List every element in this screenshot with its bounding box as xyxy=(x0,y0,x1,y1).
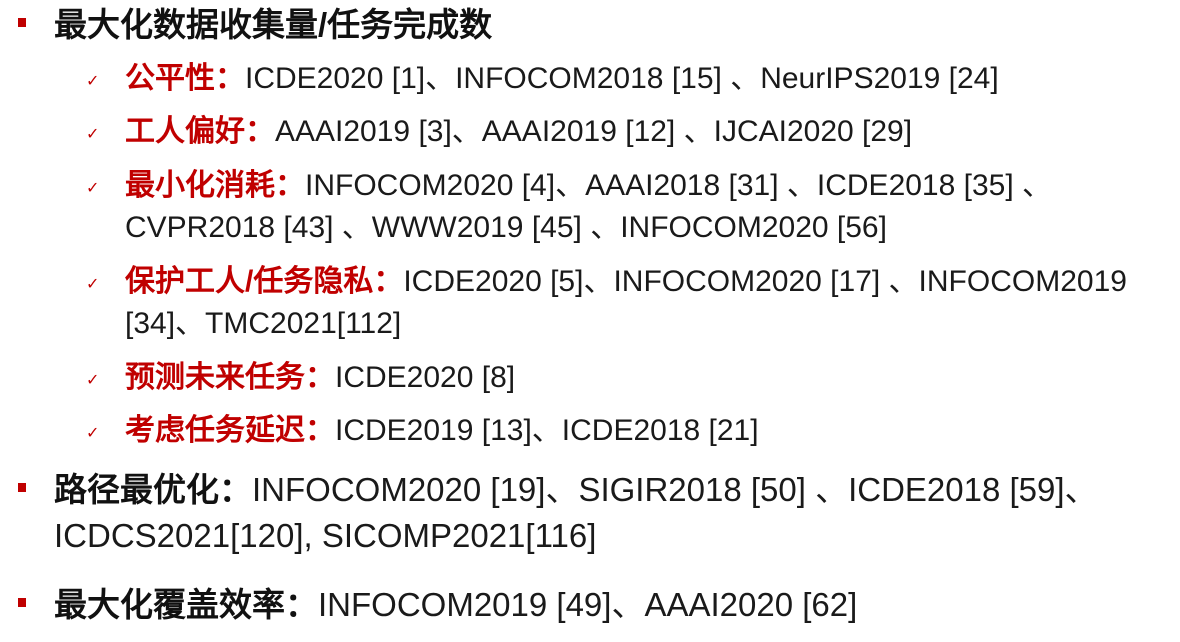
sub-item-privacy: ✓ 保护工人/任务隐私：ICDE2020 [5]、INFOCOM2020 [17… xyxy=(86,261,1166,345)
checkmark-icon: ✓ xyxy=(86,124,100,143)
checkmark-icon: ✓ xyxy=(86,370,100,389)
square-bullet-icon xyxy=(18,18,26,27)
checkmark-icon: ✓ xyxy=(86,423,100,442)
sub-item-refs: AAAI2019 [3]、AAAI2019 [12] 、IJCAI2020 [2… xyxy=(275,115,913,148)
sub-item-fairness: ✓ 公平性：ICDE2020 [1]、INFOCOM2018 [15] 、Neu… xyxy=(86,58,1166,100)
bullet-item-data-collection: 最大化数据收集量/任务完成数 xyxy=(18,2,1168,48)
checkmark-icon: ✓ xyxy=(86,274,100,293)
checkmark-icon: ✓ xyxy=(86,71,100,90)
sub-item-label: 工人偏好： xyxy=(125,115,275,148)
slide: 最大化数据收集量/任务完成数 ✓ 公平性：ICDE2020 [1]、INFOCO… xyxy=(0,0,1180,642)
square-bullet-icon xyxy=(18,483,26,492)
sub-item-refs: ICDE2020 [1]、INFOCOM2018 [15] 、NeurIPS20… xyxy=(245,62,999,95)
sub-item-label: 保护工人/任务隐私： xyxy=(125,265,404,298)
sub-item-worker-preference: ✓ 工人偏好：AAAI2019 [3]、AAAI2019 [12] 、IJCAI… xyxy=(86,111,1166,153)
sub-item-refs: ICDE2019 [13]、ICDE2018 [21] xyxy=(335,414,759,447)
section-heading: 路径最优化： xyxy=(54,471,252,508)
sub-item-label: 公平性： xyxy=(125,62,245,95)
bullet-item-path-optimization: 路径最优化：INFOCOM2020 [19]、SIGIR2018 [50] 、I… xyxy=(18,467,1168,559)
sub-item-predict-tasks: ✓ 预测未来任务：ICDE2020 [8] xyxy=(86,357,1166,399)
checkmark-icon: ✓ xyxy=(86,178,100,197)
sub-item-minimize-cost: ✓ 最小化消耗：INFOCOM2020 [4]、AAAI2018 [31] 、I… xyxy=(86,165,1166,249)
sub-item-refs: ICDE2020 [8] xyxy=(335,361,516,394)
sub-item-label: 考虑任务延迟： xyxy=(125,414,335,447)
section-heading: 最大化数据收集量/任务完成数 xyxy=(54,6,493,43)
bullet-item-coverage-efficiency: 最大化覆盖效率：INFOCOM2019 [49]、AAAI2020 [62] xyxy=(18,582,1168,628)
sub-item-label: 预测未来任务： xyxy=(125,361,335,394)
sub-item-task-delay: ✓ 考虑任务延迟：ICDE2019 [13]、ICDE2018 [21] xyxy=(86,410,1166,452)
square-bullet-icon xyxy=(18,598,26,607)
section-refs: INFOCOM2019 [49]、AAAI2020 [62] xyxy=(318,586,858,623)
sub-item-label: 最小化消耗： xyxy=(125,169,305,202)
section-heading: 最大化覆盖效率： xyxy=(54,586,318,623)
